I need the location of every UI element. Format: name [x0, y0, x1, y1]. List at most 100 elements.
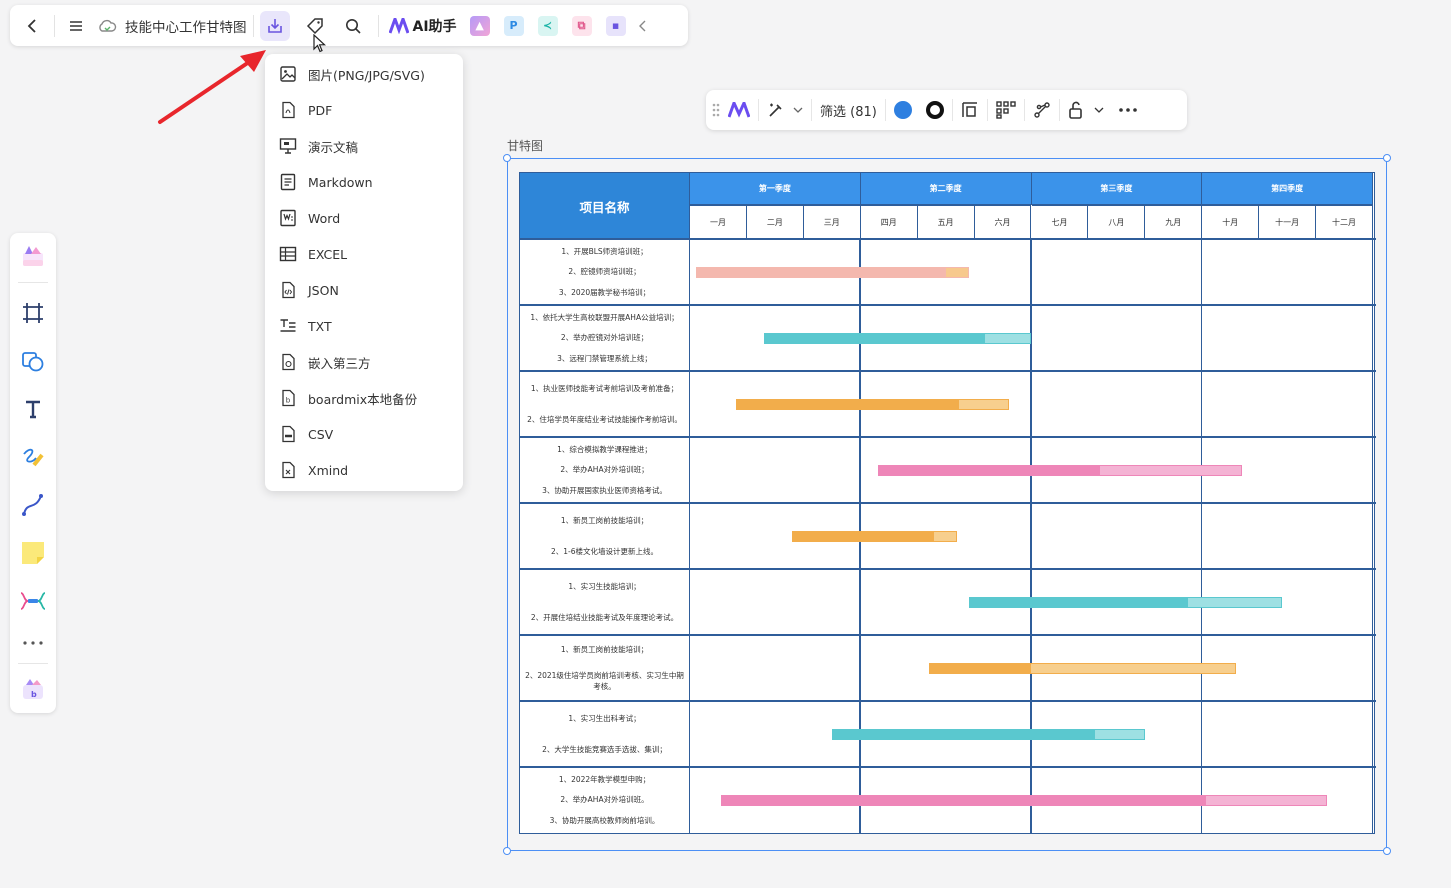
task-text: 2、腔镜师资培训班； [568, 267, 641, 277]
more-icon [23, 641, 43, 645]
templates-button[interactable] [19, 242, 47, 270]
export-menu-item[interactable]: Word [265, 200, 463, 236]
chevron-down-icon [793, 107, 803, 113]
flowchart-app-icon[interactable]: ⧉ [571, 15, 592, 36]
gantt-bar[interactable] [735, 398, 1009, 410]
export-menu-item[interactable]: CSV [265, 416, 463, 452]
gantt-bar[interactable] [929, 662, 1237, 674]
gantt-bar[interactable] [792, 530, 958, 542]
grid-layout-button[interactable] [996, 95, 1016, 125]
shape-tool[interactable] [19, 347, 47, 375]
style-dropdown[interactable] [767, 95, 803, 125]
json-icon [279, 281, 297, 299]
task-cell[interactable]: 1、执业医师技能考试考前培训及考前准备； 2、住培学员年度结业考试技能操作考前培训… [520, 371, 690, 437]
collapse-button[interactable] [633, 11, 653, 41]
task-cell[interactable]: 1、开展BLS师资培训班； 2、腔镜师资培训班； 3、2020届教学秘书培训； [520, 239, 690, 305]
export-menu-item[interactable]: EXCEL [265, 236, 463, 272]
text-tool[interactable] [19, 395, 47, 423]
task-cell[interactable]: 1、依托大学生高校联盟开展AHA公益培训； 2、举办腔镜对外培训班； 3、远程门禁管… [520, 305, 690, 371]
task-cell[interactable]: 1、综合模拟教学课程推进； 2、举办AHA对外培训班； 3、协助开展国家执业医师资格… [520, 437, 690, 503]
gantt-bar[interactable] [832, 728, 1146, 740]
export-menu-item[interactable]: 嵌入第三方 [265, 344, 463, 380]
mindmap-tool[interactable] [19, 587, 47, 615]
export-menu-item[interactable]: 演示文稿 [265, 128, 463, 164]
gantt-bar[interactable] [968, 596, 1282, 608]
gantt-bar-remaining [1205, 795, 1327, 805]
task-cell[interactable]: 1、实习生出科考试； 2、大学生技能竞赛选手选拔、集训； [520, 701, 690, 767]
stroke-color-button[interactable] [925, 95, 944, 125]
mindmap-app-icon[interactable]: ≺ [537, 15, 558, 36]
search-icon [345, 18, 361, 34]
quarter-divider [1030, 239, 1032, 833]
resize-handle-top-right[interactable] [1383, 154, 1391, 162]
task-cell[interactable]: 1、2022年教学模型申购； 2、举办AHA对外培训班。 3、协助开展高校教师岗前培… [520, 767, 690, 833]
comment-app-icon[interactable]: ▪ [605, 15, 626, 36]
export-menu-item[interactable]: Markdown [265, 164, 463, 200]
fill-color-button[interactable] [893, 95, 912, 125]
export-menu-item[interactable]: JSON [265, 272, 463, 308]
task-cell[interactable]: 1、新员工岗前技能培训； 2、1-6楼文化墙设计更新上线。 [520, 503, 690, 569]
search-button[interactable] [338, 11, 368, 41]
more-options-button[interactable] [1118, 95, 1138, 125]
more-tools-button[interactable] [19, 629, 47, 657]
gantt-bar[interactable] [721, 794, 1328, 806]
ai-logo-icon [388, 17, 409, 34]
export-menu-item-label: Xmind [308, 462, 349, 478]
fill-color-swatch [893, 101, 912, 119]
task-cell[interactable]: 1、新员工岗前技能培训； 2、2021级住培学员岗前培训考核、实习生中期考核。 [520, 635, 690, 701]
month-header: 六月 [974, 205, 1032, 239]
ai-assistant-button[interactable]: AI助手 [388, 16, 457, 36]
gantt-bar-progress [878, 465, 1100, 475]
frame-title[interactable]: 甘特图 [507, 137, 543, 154]
divider [18, 663, 48, 664]
export-menu-item-label: 嵌入第三方 [308, 355, 371, 371]
divider [252, 14, 254, 37]
ai-button[interactable] [728, 95, 750, 125]
export-menu-item[interactable]: PDF [265, 92, 463, 128]
resize-handle-bottom-right[interactable] [1383, 847, 1391, 855]
export-menu-item-label: boardmix本地备份 [308, 391, 418, 407]
connector-tool[interactable] [19, 491, 47, 519]
pen-tool[interactable] [19, 443, 47, 471]
export-menu-item[interactable]: TXT [265, 308, 463, 344]
presentation-app-icon[interactable]: P [503, 15, 524, 36]
ai-image-app-icon[interactable]: ▲ [469, 15, 490, 36]
magic-pen-icon [769, 103, 782, 117]
document-title[interactable]: 技能中心工作甘特图 [97, 16, 247, 36]
boardmix-library-button[interactable]: b [19, 675, 47, 703]
gantt-bar[interactable] [763, 332, 1032, 344]
export-menu-item[interactable]: Xmind [265, 452, 463, 488]
drag-handle[interactable] [712, 95, 720, 125]
task-text: 2、开展住培结业技能考试及年度理论考试。 [530, 613, 679, 622]
gantt-bar[interactable] [877, 464, 1243, 476]
sticky-note-tool[interactable] [19, 539, 47, 567]
export-menu-item-label: Word [308, 210, 341, 226]
export-menu-item[interactable]: 图片(PNG/JPG/SVG) [265, 56, 463, 92]
export-menu-item[interactable]: b boardmix本地备份 [265, 380, 463, 416]
gantt-bar-remaining [933, 531, 957, 541]
gantt-bar-remaining [946, 267, 968, 277]
quarter-header: 第四季度 [1202, 173, 1373, 205]
task-cell[interactable]: 1、实习生技能培训； 2、开展住培结业技能考试及年度理论考试。 [520, 569, 690, 635]
month-header: 十月 [1202, 205, 1260, 239]
document-title-text: 技能中心工作甘特图 [125, 19, 247, 36]
presentation-icon [279, 137, 297, 155]
svg-text:b: b [31, 690, 37, 699]
resize-handle-top-left[interactable] [503, 154, 511, 162]
link-button[interactable] [1033, 95, 1051, 125]
gantt-bar[interactable] [695, 266, 969, 278]
quarter-header: 第三季度 [1031, 173, 1203, 205]
align-icon [962, 102, 977, 117]
divider [54, 14, 55, 37]
filter-button[interactable]: 筛选 (81) [820, 95, 877, 125]
gantt-bar-progress [764, 333, 986, 343]
pdf-icon [279, 101, 297, 119]
menu-button[interactable] [61, 11, 91, 41]
frame-tool[interactable] [19, 299, 47, 327]
export-button[interactable] [259, 10, 290, 41]
align-button[interactable] [961, 95, 979, 125]
back-button[interactable] [18, 11, 48, 41]
resize-handle-bottom-left[interactable] [503, 847, 511, 855]
gantt-chart[interactable]: 项目名称 第一季度 第二季度 第三季度 第四季度 一月 二月 三月 四月 五月 六月 七月 八月 九月十… [519, 172, 1376, 834]
lock-dropdown[interactable] [1068, 95, 1104, 125]
